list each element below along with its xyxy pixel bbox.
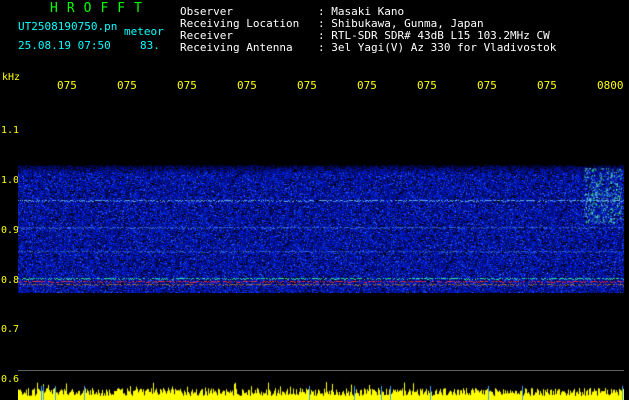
- frequency-tick-label: 1.0: [1, 175, 20, 186]
- frequency-tick-label: 0.7: [1, 324, 20, 335]
- spectrogram: [18, 163, 624, 293]
- frequency-tick-label: 0.9: [1, 225, 20, 236]
- date-time: 25.08.19 07:50: [18, 39, 111, 52]
- observer-key: Observer: [180, 5, 233, 18]
- meteor-label: meteor: [124, 25, 164, 38]
- frequency-unit-label: kHz: [2, 72, 21, 83]
- meteor-count: 83.: [140, 39, 160, 52]
- frequency-tick-label: 1.1: [1, 125, 20, 136]
- antenna-key: Receiving Antenna: [180, 41, 293, 54]
- hrofft-title: HROFFT: [50, 1, 151, 16]
- frequency-tick-label: 0.8: [1, 275, 20, 286]
- frequency-tick-label: 0.6: [1, 374, 20, 385]
- file-name: UT2508190750.pn: [18, 20, 118, 33]
- time-tick-label: 075: [477, 79, 497, 92]
- time-tick-label: 075: [417, 79, 437, 92]
- time-tick-label: 075: [357, 79, 377, 92]
- observer-value: : Masaki Kano: [318, 5, 405, 18]
- time-tick-label: 075: [537, 79, 557, 92]
- baseline-divider: [18, 370, 624, 371]
- receiver-key: Receiver: [180, 29, 233, 42]
- time-tick-label: 0800: [597, 79, 624, 92]
- signal-level-bar: [18, 378, 624, 400]
- time-tick-label: 075: [237, 79, 257, 92]
- time-tick-label: 075: [57, 79, 77, 92]
- location-key: Receiving Location: [180, 17, 300, 30]
- location-value: : Shibukawa, Gunma, Japan: [318, 17, 484, 30]
- time-tick-label: 075: [177, 79, 197, 92]
- time-tick-label: 075: [117, 79, 137, 92]
- receiver-value: : RTL-SDR SDR# 43dB L15 103.2MHz CW: [318, 29, 550, 42]
- antenna-value: : 3el Yagi(V) Az 330 for Vladivostok: [318, 41, 557, 54]
- time-tick-label: 075: [297, 79, 317, 92]
